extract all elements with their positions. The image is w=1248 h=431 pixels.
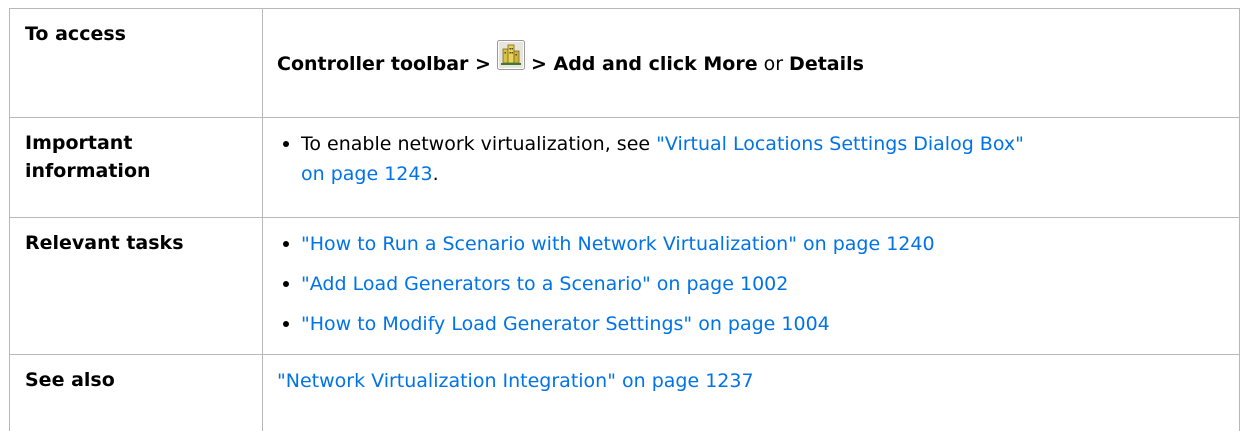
important-list: To enable network virtualization, see "V… [277,129,1229,189]
see-also-content: "Network Virtualization Integration" on … [263,355,1239,396]
tasks-content: "How to Run a Scenario with Network Virt… [263,218,1239,339]
access-details: Details [789,53,864,75]
bullet-icon [283,321,289,327]
content-cell: To enable network virtualization, see "V… [263,118,1240,218]
bullet-icon [283,281,289,287]
task-link-run-scenario[interactable]: "How to Run a Scenario with Network Virt… [301,233,935,255]
see-also-label: See also [10,355,262,394]
relevant-tasks-label: Relevant tasks [10,218,262,257]
label-cell: See also [10,355,263,431]
to-access-label: To access [10,9,262,48]
label-cell: Relevant tasks [10,218,263,355]
task-link-add-load-generators[interactable]: "Add Load Generators to a Scenario" on p… [301,273,788,295]
virtual-locations-link[interactable]: "Virtual Locations Settings Dialog Box" [656,133,1024,155]
access-or: or [764,53,783,75]
row-relevant-tasks: Relevant tasks "How to Run a Scenario wi… [10,218,1240,355]
list-item: "How to Run a Scenario with Network Virt… [277,229,1229,259]
label-cell: Important information [10,118,263,218]
list-item: "Add Load Generators to a Scenario" on p… [277,269,1229,299]
row-to-access: To access Controller toolbar > [10,9,1240,118]
content-cell: Controller toolbar > [263,9,1240,118]
content-cell: "Network Virtualization Integration" on … [263,355,1240,431]
see-also-link[interactable]: "Network Virtualization Integration" on … [277,370,754,392]
important-text: To enable network virtualization, see [301,133,656,155]
virtual-locations-page-link[interactable]: on page 1243 [301,163,433,185]
important-label-line2: information [25,160,151,182]
access-prefix: Controller toolbar > [277,53,491,75]
access-path: Controller toolbar > [263,9,1239,78]
load-generators-toolbar-icon [497,40,525,70]
label-cell: To access [10,9,263,118]
content-cell: "How to Run a Scenario with Network Virt… [263,218,1240,355]
bullet-icon [283,241,289,247]
important-information-label: Important information [10,118,262,185]
bullet-icon [283,141,289,147]
row-important-information: Important information To enable network … [10,118,1240,218]
tasks-list: "How to Run a Scenario with Network Virt… [277,229,1229,339]
row-see-also: See also "Network Virtualization Integra… [10,355,1240,431]
info-table: To access Controller toolbar > [9,8,1240,431]
important-label-line1: Important [25,132,132,154]
list-item: To enable network virtualization, see "V… [277,129,1229,189]
access-suffix: > Add and click More [531,53,758,75]
task-link-modify-settings[interactable]: "How to Modify Load Generator Settings" … [301,313,830,335]
important-tail: . [433,163,439,185]
list-item: "How to Modify Load Generator Settings" … [277,309,1229,339]
important-content: To enable network virtualization, see "V… [263,118,1239,189]
